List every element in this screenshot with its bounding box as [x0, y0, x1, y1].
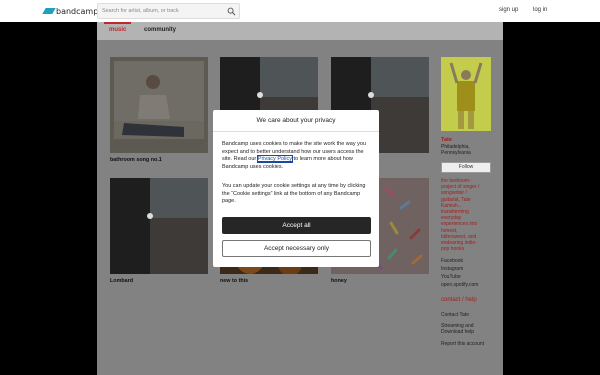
privacy-policy-link[interactable]: Privacy Policy [256, 155, 294, 164]
tab-music[interactable]: music [103, 22, 132, 33]
logo-text: bandcamp [56, 6, 99, 16]
page: bandcamp sign up log in music community [0, 0, 600, 375]
streaming-help-link-cont[interactable]: Download help [441, 329, 474, 335]
search-icon[interactable] [227, 7, 236, 16]
contact-help-heading[interactable]: contact / help [441, 297, 477, 303]
album-cover-bathroom-song[interactable] [110, 57, 208, 153]
link-spotify[interactable]: open.spotify.com [441, 282, 478, 288]
right-backdrop [503, 22, 600, 375]
album-title[interactable]: bathroom song no.1 [110, 157, 162, 163]
accept-all-button[interactable]: Accept all [222, 217, 371, 234]
search-box [97, 3, 240, 19]
album-title[interactable]: new to this [220, 278, 248, 284]
nav-tabs: music community [97, 22, 503, 40]
top-bar: bandcamp sign up log in [0, 0, 600, 22]
left-backdrop [0, 22, 97, 375]
contact-artist-link[interactable]: Contact Tate [441, 312, 469, 318]
accept-necessary-button[interactable]: Accept necessary only [222, 240, 371, 257]
artist-bio: the bedroom- project of singer / songwri… [441, 178, 495, 252]
cookie-paragraph-1: Bandcamp uses cookies to make the site w… [222, 141, 372, 172]
tab-community[interactable]: community [144, 27, 176, 33]
album-art [114, 61, 204, 149]
artist-photo[interactable] [441, 57, 491, 131]
search-input[interactable] [102, 8, 222, 14]
link-instagram[interactable]: Instagram [441, 266, 463, 272]
login-link[interactable]: log in [533, 7, 547, 13]
signup-link[interactable]: sign up [499, 7, 518, 13]
report-account-link[interactable]: Report this account [441, 341, 484, 347]
bandcamp-logo[interactable]: bandcamp [42, 5, 99, 17]
artist-name[interactable]: Tate [441, 137, 452, 143]
album-title[interactable]: Lombard [110, 278, 133, 284]
artist-location: Pennsylvania [441, 150, 471, 156]
album-art [110, 178, 208, 274]
dialog-title: We care about your privacy [213, 110, 379, 132]
link-facebook[interactable]: Facebook [441, 258, 463, 264]
album-cover-lombard[interactable] [110, 178, 208, 274]
cookie-paragraph-2: You can update your cookie settings at a… [222, 183, 366, 205]
logo-mark-icon [42, 8, 56, 14]
album-title[interactable]: honey [331, 278, 347, 284]
link-youtube[interactable]: YouTube [441, 274, 461, 280]
bio-line: pop hooks [441, 246, 465, 253]
follow-button[interactable]: Follow [441, 162, 491, 173]
artist-photo-art [441, 57, 491, 131]
